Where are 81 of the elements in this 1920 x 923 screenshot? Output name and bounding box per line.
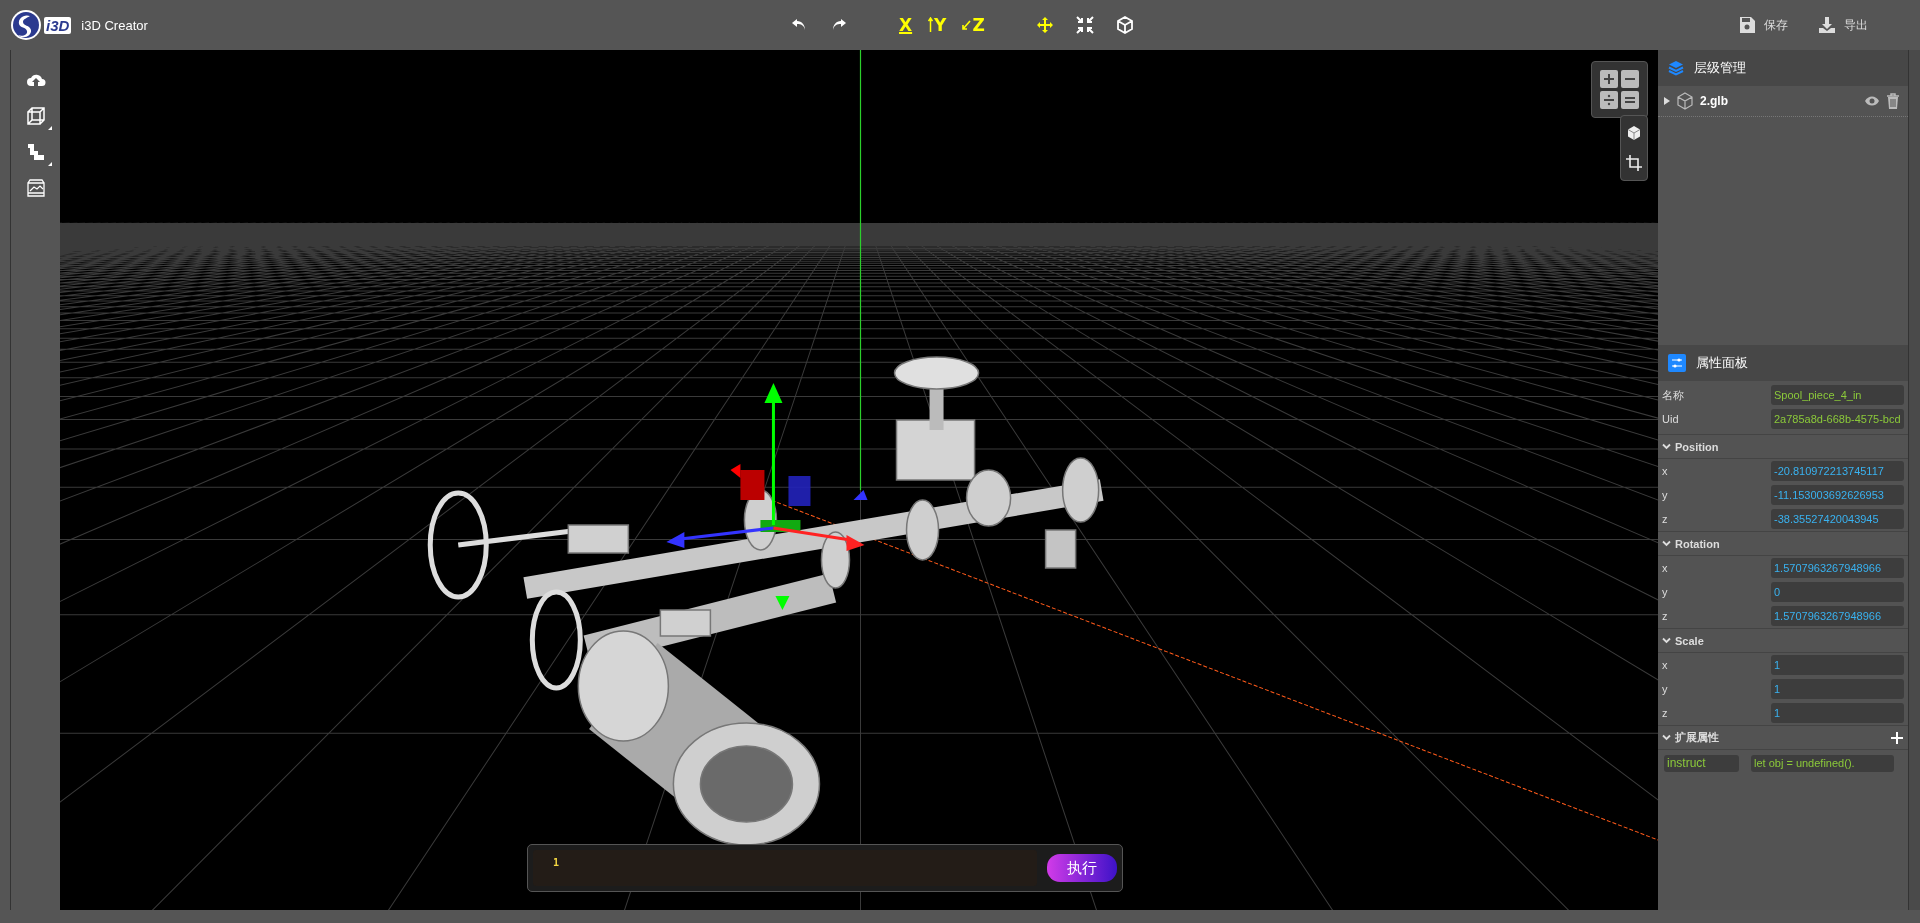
arrow-icon — [928, 17, 934, 33]
divide-icon — [1603, 94, 1615, 106]
section-title: 扩展属性 — [1675, 730, 1719, 745]
property-label: x — [1662, 465, 1669, 477]
property-field[interactable]: -11.153003692626953 — [1771, 485, 1904, 505]
run-button[interactable]: 执行 — [1047, 854, 1117, 882]
section-header[interactable]: Rotation — [1658, 531, 1908, 556]
property-label: y — [1662, 489, 1669, 501]
save-icon — [1738, 16, 1756, 34]
section-title: Position — [1675, 440, 1719, 453]
layer-name: 2.glb — [1700, 94, 1729, 108]
sphere-cube-icon — [1626, 125, 1642, 141]
save-button[interactable]: 保存 — [1738, 16, 1788, 34]
property-field[interactable]: 1.5707963267948966 — [1771, 606, 1904, 626]
line-number: 1 — [553, 857, 560, 868]
pipe-icon — [26, 143, 45, 161]
property-field[interactable]: 1 — [1771, 679, 1904, 699]
sliders-icon — [1668, 354, 1686, 372]
section-header[interactable]: Position — [1658, 434, 1908, 459]
trash-icon[interactable] — [1886, 93, 1900, 109]
crop-icon — [1626, 155, 1642, 171]
divide-button[interactable] — [1600, 91, 1618, 109]
sphere-cube-button[interactable] — [1625, 124, 1643, 142]
property-key-field[interactable]: instruct — [1664, 755, 1739, 772]
crop-button[interactable] — [1625, 154, 1643, 172]
add-button[interactable] — [1890, 730, 1904, 745]
submenu-corner-icon — [47, 126, 52, 130]
axis-z-button[interactable]: Z — [958, 13, 989, 37]
zoom-in-icon — [1603, 73, 1615, 85]
zoom-out-button[interactable] — [1621, 70, 1639, 88]
property-label: y — [1662, 586, 1669, 598]
layer-item[interactable]: 2.glb — [1658, 86, 1908, 117]
axis-x-button[interactable]: X — [895, 13, 917, 37]
property-field[interactable]: 1.5707963267948966 — [1771, 558, 1904, 578]
section-title: Rotation — [1675, 537, 1720, 550]
undo-icon — [791, 18, 807, 32]
logo-swirl-icon — [10, 9, 42, 41]
property-field[interactable]: Spool_piece_4_in — [1771, 385, 1904, 405]
property-field[interactable]: 0 — [1771, 582, 1904, 602]
property-field[interactable]: 1 — [1771, 703, 1904, 723]
equal-button[interactable] — [1621, 91, 1639, 109]
export-button[interactable]: 导出 — [1818, 16, 1868, 34]
wireframe-cube-icon — [26, 107, 45, 125]
chart-image-icon — [26, 179, 45, 197]
submenu-corner-icon — [47, 162, 52, 166]
property-label: 名称 — [1662, 387, 1685, 403]
axis-y-button[interactable]: Y — [924, 13, 951, 37]
upload-icon — [25, 72, 46, 88]
panel-title: 属性面板 — [1696, 354, 1748, 372]
collapse-icon — [1075, 16, 1094, 34]
move-icon — [1035, 16, 1054, 34]
add-icon — [1890, 730, 1904, 745]
logo-text: i3D — [44, 16, 72, 34]
property-label: z — [1662, 707, 1669, 719]
download-icon — [1818, 16, 1836, 34]
property-label: y — [1662, 683, 1669, 695]
section-header[interactable]: 扩展属性 — [1658, 725, 1908, 750]
property-label: z — [1662, 513, 1669, 525]
cube-icon — [1115, 16, 1134, 34]
app-title: i3D Creator — [81, 17, 148, 33]
property-field[interactable]: -38.35527420043945 — [1771, 509, 1904, 529]
panel-title: 层级管理 — [1694, 59, 1746, 77]
redo-icon — [831, 18, 847, 32]
property-field[interactable]: 1 — [1771, 655, 1904, 675]
layers-icon — [1668, 60, 1684, 76]
code-editor[interactable]: 1 — [533, 850, 1037, 886]
section-title: Scale — [1675, 634, 1704, 647]
arrow-icon — [962, 20, 972, 30]
eye-icon[interactable] — [1864, 95, 1880, 107]
section-header[interactable]: Scale — [1658, 628, 1908, 653]
zoom-in-button[interactable] — [1600, 70, 1618, 88]
property-label: z — [1662, 610, 1669, 622]
property-value-field[interactable]: let obj = undefined(). — [1751, 755, 1894, 772]
property-label: x — [1662, 659, 1669, 671]
equal-icon — [1624, 94, 1636, 106]
property-label: x — [1662, 562, 1669, 574]
property-label: Uid — [1662, 413, 1680, 425]
cube-icon — [1676, 92, 1694, 110]
property-field[interactable]: -20.810972213745117 — [1771, 461, 1904, 481]
property-field[interactable]: 2a785a8d-668b-4575-bcd — [1771, 409, 1904, 429]
caret-icon[interactable] — [1664, 97, 1670, 105]
